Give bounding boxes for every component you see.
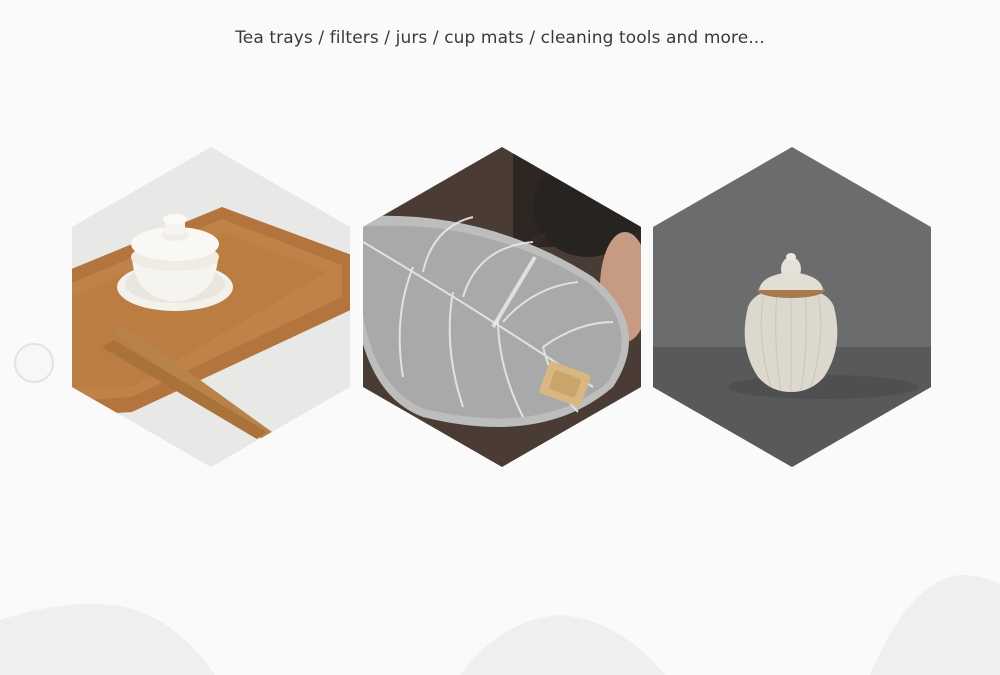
page: Tea trays / filters / jurs / cup mats / … <box>0 0 1000 675</box>
leaf-filter-image <box>363 147 641 467</box>
product-tile-tea-jar[interactable] <box>653 147 931 467</box>
tea-jar-image <box>653 147 931 467</box>
product-tile-tea-filter[interactable] <box>363 147 641 467</box>
carousel-prev-button[interactable] <box>14 343 54 383</box>
section-subtitle: Tea trays / filters / jurs / cup mats / … <box>235 28 765 48</box>
product-tile-tea-tray[interactable] <box>72 147 350 467</box>
tea-tray-image <box>72 147 350 467</box>
decorative-hills <box>0 575 1000 675</box>
